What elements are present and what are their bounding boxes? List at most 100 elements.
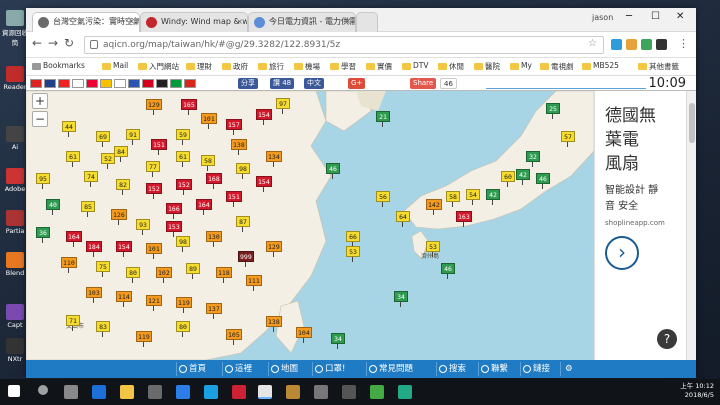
aqi-marker[interactable]: 34	[394, 291, 408, 307]
aqi-marker[interactable]: 98	[236, 163, 250, 179]
mail-icon[interactable]	[176, 385, 190, 399]
facebook-share-button[interactable]: 分享	[238, 78, 258, 89]
aqi-marker[interactable]: 151	[151, 139, 167, 155]
aqi-marker[interactable]: 165	[181, 99, 197, 115]
aqi-marker[interactable]: 152	[176, 179, 192, 195]
bookmark-item[interactable]: MB525	[582, 61, 619, 70]
new-tab-button[interactable]	[356, 12, 378, 32]
aqi-marker[interactable]: 59	[176, 129, 190, 145]
nav-faq[interactable]: 常見問題	[366, 362, 413, 376]
aqi-marker[interactable]: 126	[111, 209, 127, 225]
close-tab-icon[interactable]: ×	[344, 13, 351, 31]
extension-icon[interactable]	[656, 39, 667, 50]
bookmark-item[interactable]: 入門網站	[138, 61, 179, 72]
aqi-marker[interactable]: 184	[86, 241, 102, 257]
other-bookmarks[interactable]: 其他書籤	[638, 61, 679, 72]
flag-icon[interactable]	[100, 79, 112, 88]
aqi-marker[interactable]: 34	[331, 333, 345, 349]
aqi-marker[interactable]: 154	[256, 109, 272, 125]
aqi-marker[interactable]: 42	[516, 169, 530, 185]
aqi-marker[interactable]: 53	[346, 246, 360, 262]
aqi-marker[interactable]: 61	[66, 151, 80, 167]
edge-icon[interactable]	[92, 385, 106, 399]
bookmark-item[interactable]: Bookmarks	[32, 61, 85, 70]
close-tab-icon[interactable]: ×	[236, 13, 243, 31]
aqi-marker[interactable]: 166	[166, 203, 182, 219]
flag-icon[interactable]	[44, 79, 56, 88]
desktop-icon-blend[interactable]: Blend	[2, 252, 28, 277]
nav-search[interactable]: 搜索	[436, 362, 466, 376]
app-icon[interactable]	[204, 385, 218, 399]
aqi-marker[interactable]: 95	[36, 173, 50, 189]
aqi-map[interactable]: 濟州島 文山市 + − 4469615297957412916510191151…	[26, 91, 594, 360]
aqi-marker[interactable]: 154	[116, 241, 132, 257]
nav-mask[interactable]: 口罩!	[312, 362, 345, 376]
aqi-marker[interactable]: 52	[101, 153, 115, 169]
aqi-marker[interactable]: 82	[116, 179, 130, 195]
desktop-icon-recycle[interactable]: 資源回收筒	[2, 10, 28, 47]
explorer-icon[interactable]	[120, 385, 134, 399]
scrollbar[interactable]	[686, 91, 696, 360]
aqi-marker[interactable]: 134	[266, 151, 282, 167]
aqi-marker[interactable]: 101	[146, 243, 162, 259]
flag-icon[interactable]	[30, 79, 42, 88]
system-tray-clock[interactable]: 上午 10:12 2018/6/5	[680, 382, 714, 400]
aqi-marker[interactable]: 111	[246, 275, 262, 291]
zoom-in-button[interactable]: +	[32, 93, 48, 109]
close-window-icon[interactable]: ✕	[676, 11, 684, 22]
tab-power[interactable]: 今日電力資訊 - 電力供需 ×	[248, 12, 356, 32]
aqi-marker[interactable]: 46	[536, 173, 550, 189]
aqi-marker[interactable]: 129	[266, 241, 282, 257]
app-icon[interactable]	[398, 385, 412, 399]
flag-icon[interactable]	[86, 79, 98, 88]
store-icon[interactable]	[148, 385, 162, 399]
search-icon[interactable]	[38, 385, 48, 395]
close-tab-icon[interactable]: ×	[128, 13, 135, 31]
aqi-marker[interactable]: 142	[426, 199, 442, 215]
bookmark-item[interactable]: 醫院	[474, 61, 500, 72]
aqi-marker[interactable]: 61	[176, 151, 190, 167]
aqi-marker[interactable]: 84	[114, 146, 128, 162]
bookmark-item[interactable]: 休閒	[438, 61, 464, 72]
app-icon[interactable]	[370, 385, 384, 399]
aqi-marker[interactable]: 53	[426, 241, 440, 257]
nav-links[interactable]: 鏈接	[520, 362, 550, 376]
app-icon[interactable]	[342, 385, 356, 399]
flag-icon[interactable]	[128, 79, 140, 88]
app-icon[interactable]	[286, 385, 300, 399]
profile-name[interactable]: jason	[592, 13, 613, 22]
aqi-marker[interactable]: 98	[176, 236, 190, 252]
aqi-marker[interactable]: 85	[81, 201, 95, 217]
aqi-marker[interactable]: 46	[326, 163, 340, 179]
reload-icon[interactable]: ↻	[64, 36, 74, 50]
aqi-marker[interactable]: 130	[206, 231, 222, 247]
aqi-marker[interactable]: 60	[501, 171, 515, 187]
desktop-icon-partia[interactable]: Partia	[2, 210, 28, 235]
flag-icon[interactable]	[170, 79, 182, 88]
nav-contact[interactable]: 聯繫	[478, 362, 508, 376]
aqi-marker[interactable]: 168	[206, 173, 222, 189]
aqi-marker[interactable]: 87	[236, 216, 250, 232]
extension-icon[interactable]	[626, 39, 637, 50]
aqi-marker[interactable]: 74	[84, 171, 98, 187]
flag-icon[interactable]	[72, 79, 84, 88]
aqi-marker[interactable]: 75	[96, 261, 110, 277]
bookmark-item[interactable]: 理財	[186, 61, 212, 72]
settings-icon[interactable]: ⚙	[560, 362, 573, 376]
bookmark-item[interactable]: 電視劇	[540, 61, 574, 72]
aqi-marker[interactable]: 154	[256, 176, 272, 192]
aqi-marker[interactable]: 91	[126, 129, 140, 145]
aqi-marker[interactable]: 83	[96, 321, 110, 337]
bookmark-item[interactable]: 政府	[222, 61, 248, 72]
aqi-marker[interactable]: 58	[201, 155, 215, 171]
desktop-icon-nxtr[interactable]: NXtr	[2, 338, 28, 363]
aqi-marker[interactable]: 93	[136, 219, 150, 235]
aqi-marker[interactable]: 56	[376, 191, 390, 207]
aqi-marker[interactable]: 129	[146, 99, 162, 115]
chrome-icon[interactable]	[258, 385, 272, 399]
aqi-marker[interactable]: 89	[186, 263, 200, 279]
aqi-marker[interactable]: 54	[466, 189, 480, 205]
aqi-marker[interactable]: 114	[116, 291, 132, 307]
app-icon[interactable]	[232, 385, 246, 399]
aqi-marker[interactable]: 999	[238, 251, 254, 267]
